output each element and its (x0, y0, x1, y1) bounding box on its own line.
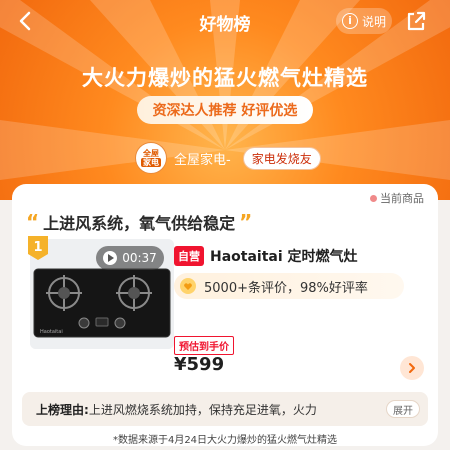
rank-number: 1 (33, 240, 42, 255)
price-value: ¥599 (174, 354, 225, 375)
product-card[interactable]: 当前商品 “ 上进风系统，氧气供给稳定 ” Haotaitai 1 00:37 … (12, 184, 438, 446)
subtitle-pill: 资深达人推荐 好评优选 (137, 96, 313, 124)
brand-mark: Haotaitai (40, 329, 63, 335)
open-quote-icon: “ (26, 210, 40, 234)
section-title: “ 上进风系统，氧气供给稳定 ” (22, 210, 256, 234)
category-name: 全屋家电- (174, 152, 231, 168)
ranking-headline: 大火力爆炒的猛火燃气灶精选 (82, 66, 368, 90)
data-source-footnote: *数据来源于4月24日大火力爆炒的猛火燃气灶精选 (112, 435, 338, 446)
info-icon: i (341, 13, 358, 29)
current-item-text: 当前商品 (380, 192, 424, 205)
reason-label: 上榜理由: (36, 402, 89, 417)
section-title-text: 上进风系统，氧气供给稳定 (43, 214, 236, 233)
current-item-label: 当前商品 (370, 190, 424, 206)
heart-icon (180, 278, 196, 294)
product-name: Haotaitai 定时燃气灶 (210, 249, 358, 265)
share-icon[interactable] (404, 9, 428, 33)
chevron-right-icon (409, 363, 415, 373)
explain-label: 说明 (361, 14, 386, 29)
play-icon (103, 251, 118, 265)
logo-text-top: 全屋 (143, 149, 159, 158)
explain-button[interactable]: i 说明 (336, 8, 392, 34)
video-duration: 00:37 (122, 251, 157, 265)
category-logo: 全屋 家电 (136, 143, 166, 173)
category-tag[interactable]: 家电发烧友 (242, 146, 321, 170)
product-title-row[interactable]: 自营 Haotaitai 定时燃气灶 (174, 246, 358, 266)
rank-medal-icon: 1 (28, 236, 48, 260)
expand-button[interactable]: 展开 (386, 400, 420, 418)
go-to-product-button[interactable] (400, 356, 424, 380)
logo-text-bottom: 家电 (141, 158, 161, 167)
top-bar: 好物榜 i 说明 (0, 0, 450, 44)
self-operated-badge: 自营 (174, 246, 204, 266)
category-row[interactable]: 全屋 家电 全屋家电- 家电发烧友 (136, 143, 321, 173)
reason-text: 上进风燃烧系统加持，保持充足进氧，火力 (88, 402, 317, 417)
close-quote-icon: ” (239, 210, 253, 234)
video-play-button[interactable]: 00:37 (96, 246, 164, 270)
price-label: 预估到手价 (174, 336, 234, 355)
review-summary[interactable]: 5000+条评价，98%好评率 (174, 273, 404, 299)
status-dot-icon (370, 194, 377, 202)
review-text: 5000+条评价，98%好评率 (204, 280, 368, 296)
reason-box: 上榜理由: 上进风燃烧系统加持，保持充足进氧，火力 展开 (22, 392, 428, 426)
